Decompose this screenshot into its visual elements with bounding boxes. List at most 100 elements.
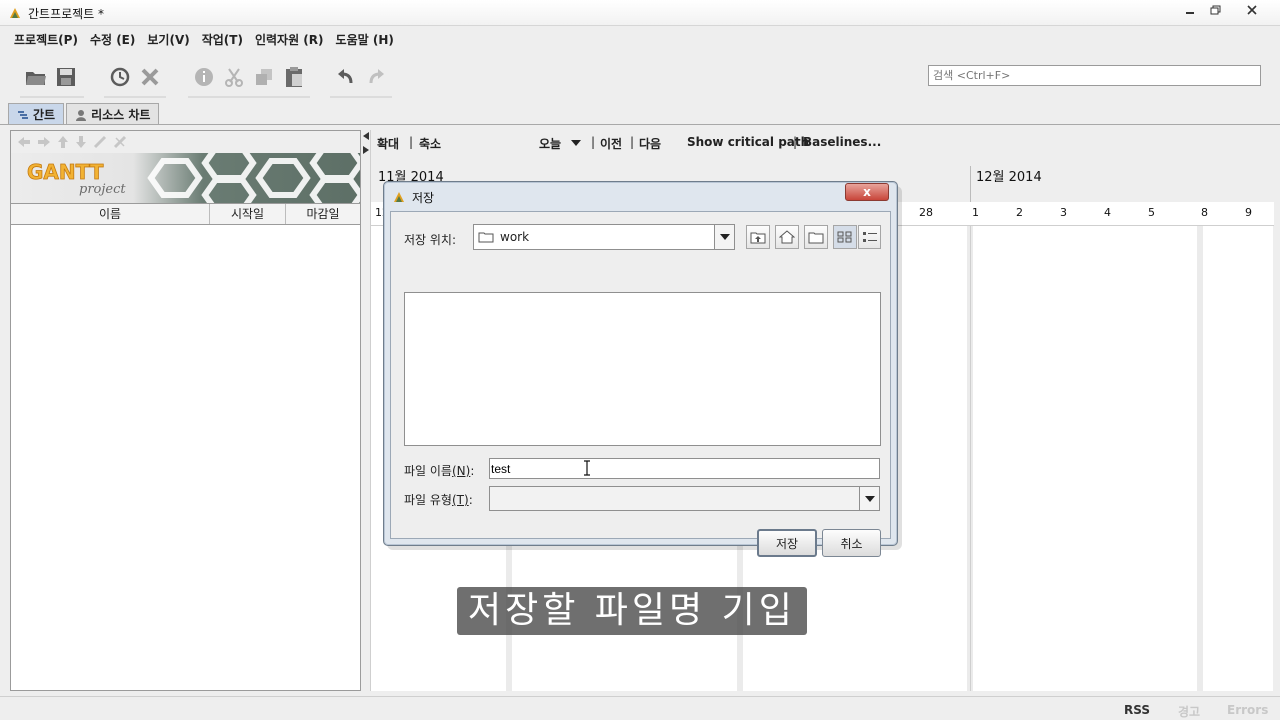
file-type-dropdown-arrow[interactable] [859,487,879,510]
clock-icon [110,67,130,87]
separator: | [793,135,798,149]
file-type-combobox[interactable] [489,486,880,511]
menu-project[interactable]: 프로젝트(P) [8,28,84,52]
undo-button[interactable] [334,65,358,89]
save-icon [57,68,75,86]
grid-line [970,226,971,691]
prev-link[interactable]: 이전 [600,135,622,152]
unindent-icon[interactable] [17,136,31,148]
delete-button[interactable] [138,65,162,89]
view-tabs: 간트 리소스 차트 [8,103,161,125]
splitter-arrows-icon [363,132,369,154]
menu-view[interactable]: 보기(V) [141,28,195,52]
menu-help[interactable]: 도움말 (H) [330,28,400,52]
save-button[interactable] [54,65,78,89]
dialog-body: 저장 위치: work 파일 이름(N): 파일 유형(T): [390,211,891,557]
menu-bar: 프로젝트(P) 수정 (E) 보기(V) 작업(T) 인력자원 (R) 도움말 … [0,28,400,52]
zoom-in-link[interactable]: 확대 [377,135,399,152]
maximize-button[interactable] [1200,0,1232,20]
file-type-mnemonic: (T) [451,493,469,507]
close-icon: x [863,185,871,199]
look-in-dropdown-arrow[interactable] [714,225,734,249]
home-button[interactable] [775,225,799,249]
chevron-down-icon [571,140,581,146]
column-name[interactable]: 이름 [11,204,210,224]
copy-button[interactable] [252,65,276,89]
history-button[interactable] [108,65,132,89]
dialog-title: 저장 [412,190,435,205]
new-folder-button[interactable] [804,225,828,249]
file-name-input[interactable] [489,458,880,479]
dialog-close-button[interactable]: x [845,183,889,201]
next-link[interactable]: 다음 [639,135,661,152]
file-name-label-text: 파일 이름 [404,464,452,478]
tabs-divider [0,124,1280,125]
file-name-mnemonic: (N) [451,464,471,478]
tab-gantt[interactable]: 간트 [8,103,65,125]
list-view-icon [837,231,852,243]
menu-resources[interactable]: 인력자원 (R) [249,28,330,52]
cut-button[interactable] [222,65,246,89]
panel-splitter[interactable] [362,130,370,691]
undo-icon [338,69,353,84]
toolbar-undo-group [330,58,392,98]
column-end-date[interactable]: 마감일 [286,204,360,224]
logo-text: GANTT [27,160,104,184]
copy-icon [256,69,272,85]
paste-button[interactable] [282,65,306,89]
open-button[interactable] [24,65,48,89]
up-folder-button[interactable] [746,225,770,249]
hexagon-pattern [147,153,360,203]
ganttproject-logo: GANTT project [27,160,127,197]
toolbar-edit-group [188,58,310,98]
column-start-date[interactable]: 시작일 [210,204,286,224]
info-icon [195,68,213,86]
dialog-cancel-button[interactable]: 취소 [822,529,881,557]
task-toolbar [11,131,360,153]
scissors-icon [225,68,243,87]
app-icon [10,8,20,18]
move-up-icon[interactable] [57,135,69,149]
menu-edit[interactable]: 수정 (E) [84,28,141,52]
home-icon [779,230,795,244]
day-label: 8 [1201,206,1208,219]
indent-icon[interactable] [37,136,51,148]
rss-link[interactable]: RSS [1124,703,1150,717]
details-view-button[interactable] [858,225,881,249]
file-list[interactable] [404,292,881,446]
redo-button[interactable] [364,65,388,89]
search-input[interactable] [928,65,1261,86]
properties-button[interactable] [192,65,216,89]
details-view-icon [862,232,877,242]
folder-icon [478,232,494,243]
minimize-icon [1186,12,1194,14]
weekend-column [1197,226,1203,691]
tab-resource-chart[interactable]: 리소스 차트 [66,103,160,125]
close-icon [1247,5,1257,15]
errors-link[interactable]: Errors [1227,703,1268,717]
gantt-icon [18,110,28,119]
month-label-dec: 12월 2014 [976,170,1042,185]
close-window-button[interactable] [1236,0,1268,20]
dialog-save-button[interactable]: 저장 [757,529,817,557]
folder-open-icon [26,72,46,85]
today-dropdown[interactable]: 오늘 [539,135,561,152]
separator: | [630,135,635,149]
new-folder-icon [808,232,824,244]
list-view-button[interactable] [833,225,857,249]
toolbar-history-group [104,58,166,98]
zoom-out-link[interactable]: 축소 [419,135,441,152]
logo-subtext: project [79,182,126,197]
link-icon[interactable] [93,135,107,149]
baselines-link[interactable]: Baselines... [803,135,881,149]
title-bar: 간트프로젝트 * [0,0,1280,26]
menu-tasks[interactable]: 작업(T) [196,28,249,52]
look-in-combobox[interactable]: work [473,224,735,250]
warnings-link[interactable]: 경고 [1178,703,1200,720]
subtitle-caption: 저장할 파일명 기입 [457,587,807,635]
critical-path-link[interactable]: Show critical path [687,135,809,149]
move-down-icon[interactable] [75,135,87,149]
resource-icon [76,109,87,121]
window-title: 간트프로젝트 * [28,7,105,21]
unlink-icon[interactable] [113,135,127,149]
